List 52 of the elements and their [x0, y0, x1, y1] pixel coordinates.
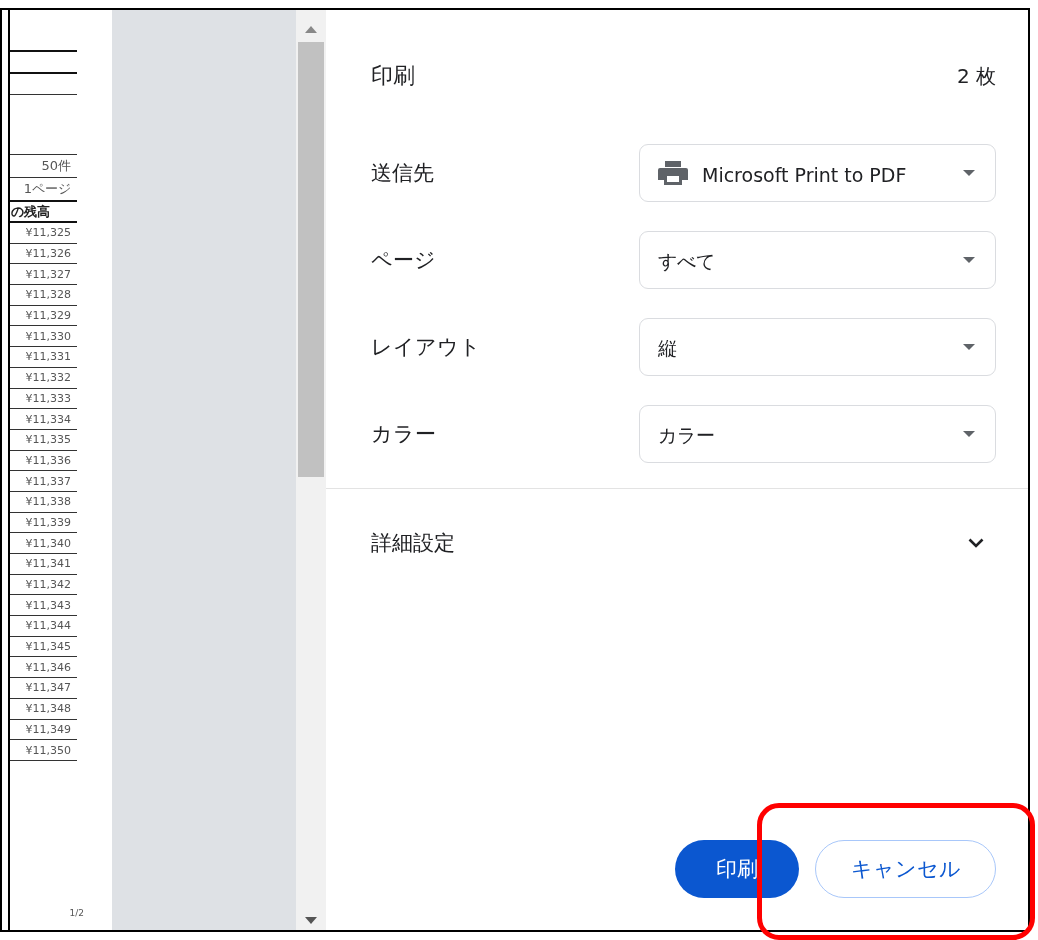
table-cell: ¥11,339: [25, 515, 71, 529]
dialog-title: 印刷: [371, 62, 415, 90]
table-cell: ¥11,344: [25, 619, 71, 633]
caret-icon: [963, 344, 975, 350]
table-cell: ¥11,332: [25, 371, 71, 385]
printer-icon: [658, 161, 688, 185]
setting-dropdown[interactable]: カラー: [639, 405, 996, 463]
setting-label: レイアウト: [371, 334, 482, 361]
table-cell: ¥11,328: [25, 288, 71, 302]
setting-dropdown[interactable]: すべて: [639, 231, 996, 289]
table-cell: ¥11,327: [25, 267, 71, 281]
table-cell: ¥11,326: [25, 247, 71, 261]
print-button[interactable]: 印刷: [675, 840, 799, 898]
table-cell: ¥11,333: [25, 391, 71, 405]
setting-label: カラー: [371, 421, 437, 448]
setting-dropdown[interactable]: 縦: [639, 318, 996, 376]
table-cell: ¥11,349: [25, 722, 71, 736]
table-cell: ¥11,347: [25, 681, 71, 695]
table-cell: ¥11,331: [25, 350, 71, 364]
table-cell: ¥11,330: [25, 329, 71, 343]
table-cell: 50件: [41, 157, 71, 175]
table-cell: ¥11,346: [25, 660, 71, 674]
caret-icon: [963, 431, 975, 437]
page-number: 1/2: [69, 908, 84, 918]
sheet-count: 2 枚: [956, 62, 996, 90]
caret-icon: [963, 170, 975, 176]
scroll-down-icon[interactable]: [305, 917, 317, 924]
advanced-settings-toggle[interactable]: 詳細設定: [371, 529, 996, 557]
scroll-up-icon[interactable]: [305, 26, 317, 33]
setting-label: ページ: [371, 247, 437, 274]
table-cell: ¥11,343: [25, 598, 71, 612]
table-cell: ¥11,345: [25, 640, 71, 654]
setting-label: 送信先: [371, 160, 435, 187]
table-cell: 1ページ: [23, 180, 71, 198]
table-cell: ¥11,341: [25, 557, 71, 571]
table-cell: ¥11,348: [25, 702, 71, 716]
table-cell: ¥11,340: [25, 536, 71, 550]
table-cell: ¥11,342: [25, 578, 71, 592]
column-heading: の残高: [11, 202, 50, 221]
table-cell: ¥11,336: [25, 453, 71, 467]
setting-dropdown[interactable]: Microsoft Print to PDF: [639, 144, 996, 202]
table-cell: ¥11,334: [25, 412, 71, 426]
table-cell: ¥11,329: [25, 309, 71, 323]
table-cell: ¥11,337: [25, 474, 71, 488]
cancel-button[interactable]: キャンセル: [815, 840, 996, 898]
table-cell: ¥11,338: [25, 495, 71, 509]
table-cell: ¥11,335: [25, 433, 71, 447]
table-cell: ¥11,350: [25, 743, 71, 757]
table-cell: ¥11,325: [25, 226, 71, 240]
scrollbar-thumb[interactable]: [298, 42, 324, 477]
scrollbar[interactable]: [296, 10, 326, 930]
caret-icon: [963, 257, 975, 263]
